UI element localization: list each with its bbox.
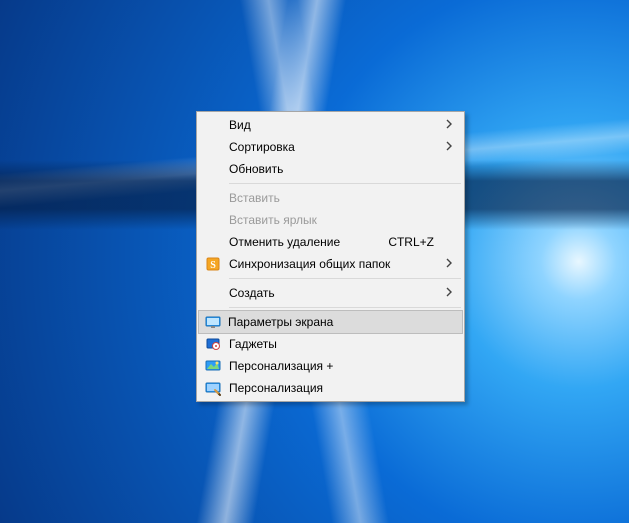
menu-separator (229, 307, 461, 308)
menu-item-personalize-plus[interactable]: Персонализация + (199, 355, 462, 377)
menu-item-label: Вставить ярлык (229, 213, 317, 227)
monitor-icon (205, 314, 221, 330)
menu-item-label: Персонализация + (229, 359, 333, 373)
menu-item-display-settings[interactable]: Параметры экрана (198, 310, 463, 334)
menu-item-undo-delete[interactable]: Отменить удаление CTRL+Z (199, 231, 462, 253)
menu-item-paste: Вставить (199, 187, 462, 209)
menu-item-label: Синхронизация общих папок (229, 257, 390, 271)
menu-item-sort[interactable]: Сортировка (199, 136, 462, 158)
chevron-right-icon (446, 286, 454, 300)
menu-item-gadgets[interactable]: Гаджеты (199, 333, 462, 355)
menu-item-label: Отменить удаление (229, 235, 340, 249)
menu-item-view[interactable]: Вид (199, 114, 462, 136)
menu-item-label: Параметры экрана (228, 315, 333, 329)
menu-item-new[interactable]: Создать (199, 282, 462, 304)
chevron-right-icon (446, 257, 454, 271)
chevron-right-icon (446, 140, 454, 154)
menu-item-shortcut: CTRL+Z (388, 235, 434, 249)
menu-item-label: Обновить (229, 162, 283, 176)
menu-separator (229, 183, 461, 184)
menu-item-personalize[interactable]: Персонализация (199, 377, 462, 399)
menu-separator (229, 278, 461, 279)
menu-item-label: Персонализация (229, 381, 323, 395)
menu-item-paste-shortcut: Вставить ярлык (199, 209, 462, 231)
menu-item-refresh[interactable]: Обновить (199, 158, 462, 180)
menu-item-label: Сортировка (229, 140, 295, 154)
desktop-context-menu: Вид Сортировка Обновить Вставить Вставит… (196, 111, 465, 402)
menu-item-label: Гаджеты (229, 337, 277, 351)
sync-icon: S (205, 256, 221, 272)
svg-text:S: S (210, 260, 216, 271)
gadgets-icon (205, 336, 221, 352)
menu-item-label: Вид (229, 118, 251, 132)
personalize-plus-icon (205, 358, 221, 374)
menu-item-sync-shared-folders[interactable]: S Синхронизация общих папок (199, 253, 462, 275)
personalize-icon (205, 380, 221, 396)
menu-item-label: Создать (229, 286, 275, 300)
menu-item-label: Вставить (229, 191, 280, 205)
chevron-right-icon (446, 118, 454, 132)
